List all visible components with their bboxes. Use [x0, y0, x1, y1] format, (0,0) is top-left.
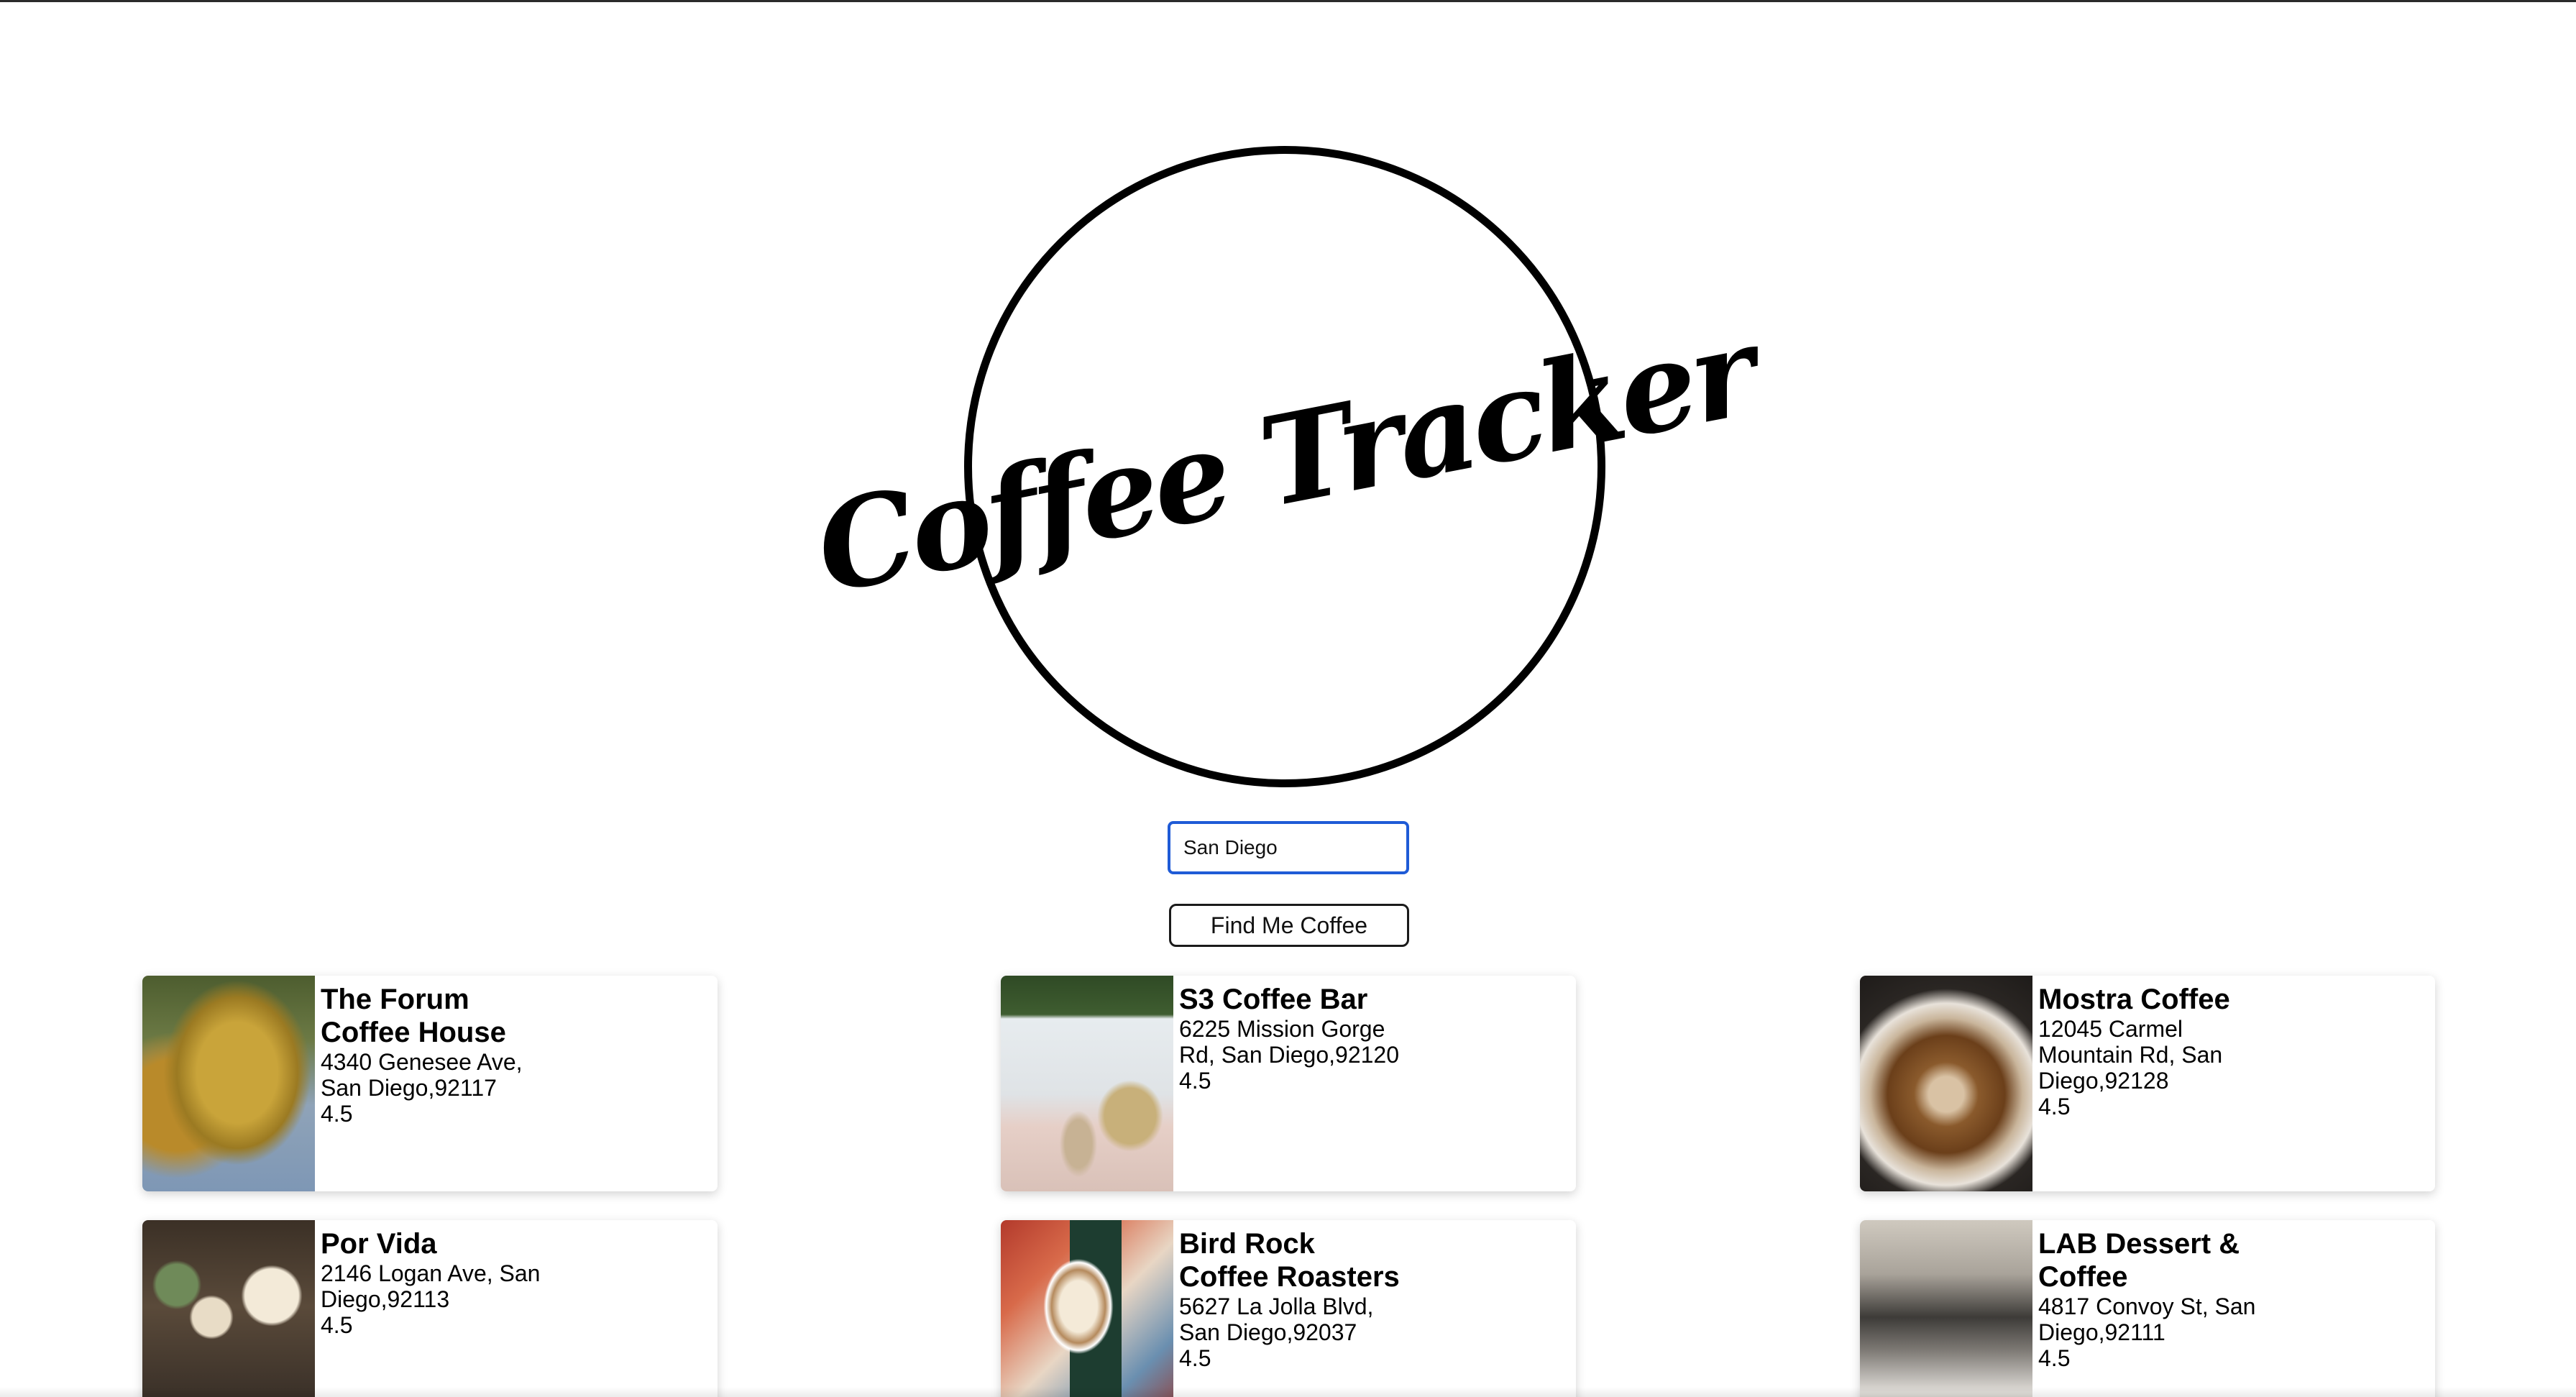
- shop-card[interactable]: LAB Dessert & Coffee 4817 Convoy St, San…: [1860, 1220, 2435, 1397]
- shop-address: 4817 Convoy St, San Diego,92111: [2038, 1293, 2256, 1345]
- shop-photo: [1001, 976, 1173, 1191]
- shop-rating: 4.5: [2038, 1094, 2071, 1119]
- shop-card[interactable]: Bird Rock Coffee Roasters 5627 La Jolla …: [1001, 1220, 1576, 1397]
- logo-text: Coffee Tracker: [805, 299, 1764, 622]
- shop-address: 12045 Carmel Mountain Rd, San Diego,9212…: [2038, 1016, 2223, 1094]
- shop-name: S3 Coffee Bar: [1179, 984, 1368, 1015]
- coffee-tracker-logo: Coffee Tracker: [805, 146, 1764, 787]
- shop-photo: [1860, 1220, 2032, 1397]
- shop-rating: 4.5: [1179, 1068, 1211, 1094]
- shop-name: Bird Rock Coffee Roasters: [1179, 1228, 1400, 1293]
- shop-details: Por Vida 2146 Logan Ave, San Diego,92113…: [315, 1220, 544, 1397]
- shop-details: Mostra Coffee 12045 Carmel Mountain Rd, …: [2032, 976, 2261, 1191]
- shop-address: 4340 Genesee Ave, San Diego,92117: [321, 1049, 523, 1101]
- shop-address: 2146 Logan Ave, San Diego,92113: [321, 1260, 541, 1312]
- shop-details: The Forum Coffee House 4340 Genesee Ave,…: [315, 976, 544, 1191]
- shop-photo: [142, 976, 315, 1191]
- app-root: Coffee Tracker Find Me Coffee The Forum …: [0, 0, 2576, 1397]
- shop-address: 6225 Mission Gorge Rd, San Diego,92120: [1179, 1016, 1399, 1068]
- shop-details: Bird Rock Coffee Roasters 5627 La Jolla …: [1173, 1220, 1402, 1397]
- shop-photo: [142, 1220, 315, 1397]
- shop-name: The Forum Coffee House: [321, 984, 506, 1048]
- shop-card[interactable]: S3 Coffee Bar 6225 Mission Gorge Rd, San…: [1001, 976, 1576, 1191]
- city-search-input[interactable]: [1168, 821, 1409, 874]
- shop-name: Por Vida: [321, 1228, 437, 1260]
- shop-details: LAB Dessert & Coffee 4817 Convoy St, San…: [2032, 1220, 2261, 1397]
- shop-photo: [1001, 1220, 1173, 1397]
- top-divider: [0, 0, 2576, 2]
- shop-photo: [1860, 976, 2032, 1191]
- shop-name: Mostra Coffee: [2038, 984, 2230, 1015]
- shop-rating: 4.5: [321, 1312, 353, 1338]
- shop-rating: 4.5: [321, 1101, 353, 1127]
- shop-details: S3 Coffee Bar 6225 Mission Gorge Rd, San…: [1173, 976, 1402, 1191]
- shop-card[interactable]: Mostra Coffee 12045 Carmel Mountain Rd, …: [1860, 976, 2435, 1191]
- shop-name: LAB Dessert & Coffee: [2038, 1228, 2240, 1293]
- find-me-coffee-button[interactable]: Find Me Coffee: [1169, 904, 1409, 947]
- shop-card[interactable]: Por Vida 2146 Logan Ave, San Diego,92113…: [142, 1220, 718, 1397]
- scroll-fade: [0, 1387, 2576, 1397]
- shop-address: 5627 La Jolla Blvd, San Diego,92037: [1179, 1293, 1374, 1345]
- shop-rating: 4.5: [2038, 1345, 2071, 1371]
- shop-card[interactable]: The Forum Coffee House 4340 Genesee Ave,…: [142, 976, 718, 1191]
- shop-rating: 4.5: [1179, 1345, 1211, 1371]
